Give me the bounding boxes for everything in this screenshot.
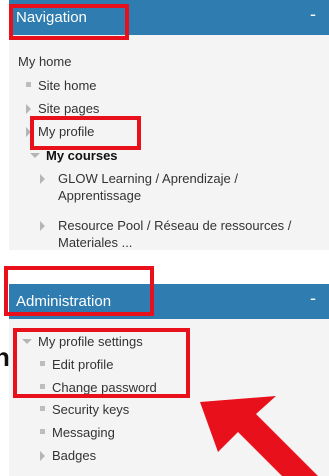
annotation-arrow-icon xyxy=(200,396,318,476)
